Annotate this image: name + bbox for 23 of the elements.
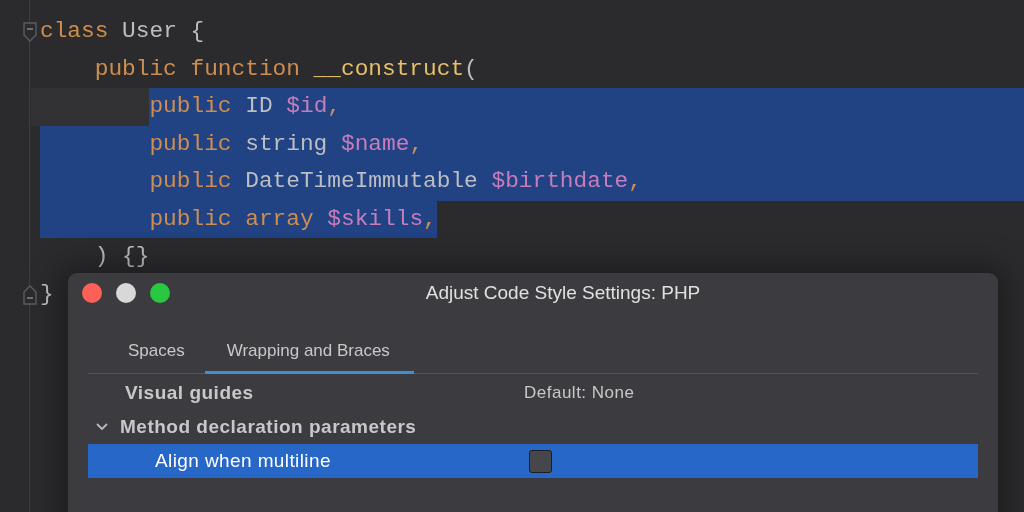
- close-button[interactable]: [82, 283, 102, 303]
- zoom-button[interactable]: [150, 283, 170, 303]
- code-line: public string $name,: [40, 125, 1024, 163]
- fold-icon[interactable]: [23, 284, 37, 305]
- group-row[interactable]: Method declaration parameters: [88, 410, 978, 444]
- tab[interactable]: Spaces: [108, 333, 205, 374]
- dialog-title: Adjust Code Style Settings: PHP: [425, 282, 701, 304]
- checkbox[interactable]: [529, 449, 552, 473]
- minimize-button[interactable]: [116, 283, 136, 303]
- setting-row[interactable]: Align when multiline: [88, 444, 978, 478]
- setting-value: Default: None: [524, 383, 635, 403]
- code-line: public function __construct(: [93, 54, 478, 84]
- tab[interactable]: Wrapping and Braces: [204, 333, 414, 374]
- setting-label: Align when multiline: [155, 450, 332, 472]
- code-line: }: [40, 279, 54, 309]
- fold-icon[interactable]: [23, 22, 37, 42]
- code-line: class User {: [40, 17, 205, 46]
- group-label: Method declaration parameters: [120, 416, 417, 438]
- code-line: ) {}: [93, 242, 150, 271]
- setting-row[interactable]: Visual guides Default: None: [88, 376, 978, 410]
- setting-label: Visual guides: [125, 382, 255, 404]
- code-line: public DateTimeImmutable $birthdate,: [40, 163, 1024, 201]
- code-line: public array $skills,: [40, 200, 437, 238]
